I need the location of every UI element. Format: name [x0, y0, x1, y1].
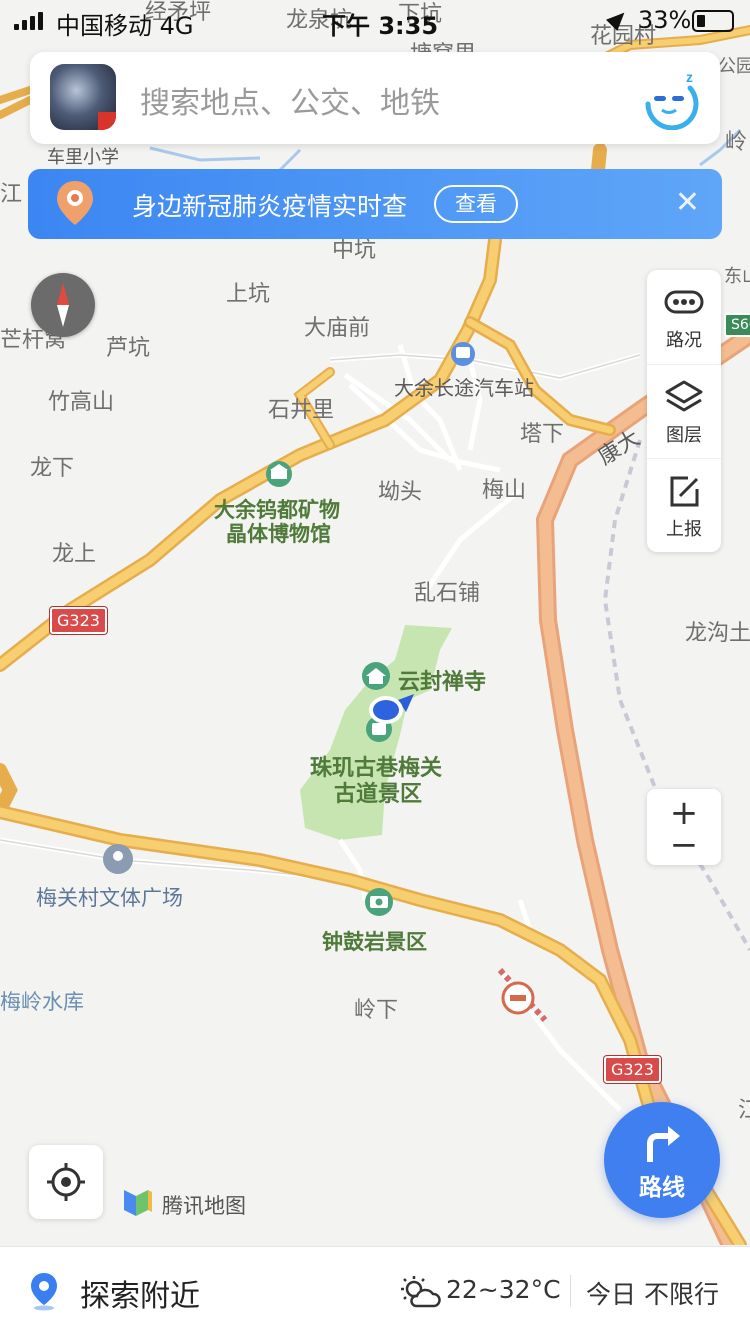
- route-label: 路线: [639, 1175, 685, 1201]
- status-bar: 中国移动 4G 下午 3:35 33%: [0, 0, 750, 40]
- place-label: 芦坑: [106, 336, 151, 361]
- close-icon[interactable]: ✕: [675, 185, 700, 221]
- place-label: 上坑: [226, 282, 271, 307]
- poi-label-bus-station[interactable]: 大余长途汽车站: [394, 372, 534, 401]
- traffic-label: 路况: [666, 330, 702, 351]
- battery-icon: [692, 10, 734, 32]
- poi-label-scenic-area-line2[interactable]: 古道景区: [334, 776, 422, 808]
- place-label: 龙下: [30, 456, 75, 481]
- compass-icon[interactable]: [31, 273, 95, 337]
- place-label: 大庙前: [304, 316, 371, 341]
- road-shield-g323: G323: [50, 607, 107, 634]
- poi-label-zhonggu-scenic[interactable]: 钟鼓岩景区: [322, 926, 427, 956]
- place-label: 岭下: [354, 998, 399, 1023]
- crosshair-icon: [47, 1163, 85, 1201]
- weather-temp[interactable]: 22~32°C: [446, 1275, 561, 1304]
- bottom-bar: 探索附近 22~32°C 今日 不限行: [0, 1246, 750, 1335]
- carrier-label: 中国移动 4G: [56, 12, 194, 40]
- place-label-reservoir: 梅岭水库: [0, 990, 84, 1014]
- clock: 下午 3:35: [322, 12, 439, 40]
- traffic-icon: [664, 290, 704, 314]
- place-label: 岭: [725, 130, 748, 155]
- mascot-icon[interactable]: z: [640, 68, 702, 130]
- sun-cloud-icon: [401, 1276, 441, 1308]
- map-tools-panel: 路况 图层 上报: [647, 270, 721, 552]
- report-button[interactable]: 上报: [647, 458, 721, 553]
- poi-label-plaza[interactable]: 梅关村文体广场: [36, 882, 183, 912]
- search-input[interactable]: 搜索地点、公交、地铁: [140, 78, 440, 122]
- place-label: 坳头: [378, 480, 423, 505]
- location-pin-icon: [31, 1273, 57, 1311]
- place-label: 竹高山: [48, 390, 115, 415]
- virus-pin-icon: [57, 181, 93, 225]
- signal-icon: [14, 12, 48, 30]
- place-label: 乱石铺: [414, 581, 481, 606]
- traffic-button[interactable]: 路况: [647, 270, 721, 364]
- traffic-restriction[interactable]: 今日 不限行: [586, 1275, 719, 1311]
- place-label: 江: [738, 1098, 750, 1123]
- tencent-map-icon: [124, 1190, 152, 1216]
- place-label: 梅山: [482, 478, 527, 503]
- layers-button[interactable]: 图层: [647, 364, 721, 459]
- divider: [570, 1275, 571, 1307]
- poi-label-temple[interactable]: 云封禅寺: [398, 664, 486, 696]
- place-label: 龙沟土: [685, 621, 750, 646]
- place-label: 车里小学: [47, 147, 119, 168]
- place-label: 龙上: [52, 542, 97, 567]
- provider-name: 腾讯地图: [162, 1194, 246, 1218]
- road-shield-g323: G323: [604, 1056, 661, 1083]
- place-label: 塔下: [520, 422, 565, 447]
- place-label: 公园: [718, 56, 750, 77]
- route-button[interactable]: 路线: [604, 1102, 720, 1218]
- svg-text:z: z: [686, 69, 693, 85]
- edit-icon: [670, 476, 699, 507]
- place-label: 石井里: [268, 398, 335, 423]
- location-arrow-icon: [605, 6, 631, 32]
- banner-text: 身边新冠肺炎疫情实时查: [132, 192, 408, 221]
- place-label: 东山: [724, 266, 750, 287]
- banner-view-button[interactable]: 查看: [434, 185, 518, 223]
- locate-button[interactable]: [29, 1145, 103, 1219]
- epidemic-banner[interactable]: 身边新冠肺炎疫情实时查 查看 ✕: [28, 169, 722, 239]
- explore-nearby-button[interactable]: 探索附近: [80, 1271, 200, 1315]
- layers-icon: [665, 380, 703, 412]
- zoom-out-button[interactable]: −: [647, 825, 721, 865]
- report-label: 上报: [666, 519, 702, 540]
- turn-right-icon: [647, 1126, 680, 1162]
- zoom-control: + −: [647, 789, 721, 865]
- battery-percent: 33%: [638, 6, 692, 34]
- route-shield: S66: [724, 313, 750, 337]
- poi-label-museum-line2[interactable]: 晶体博物馆: [226, 518, 331, 548]
- place-label: 江: [0, 182, 23, 207]
- search-bar[interactable]: 搜索地点、公交、地铁 z: [30, 52, 720, 144]
- layers-label: 图层: [666, 425, 702, 446]
- avatar[interactable]: [50, 64, 116, 130]
